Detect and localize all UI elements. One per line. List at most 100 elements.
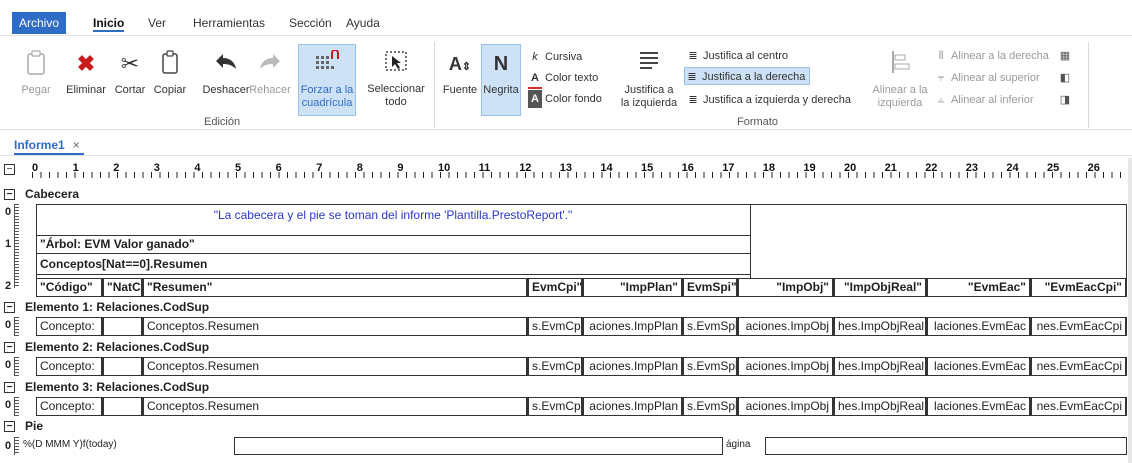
band-number: 0 <box>5 319 12 331</box>
menu-ayuda[interactable]: Ayuda <box>346 14 380 32</box>
data-field-cell[interactable]: Concepto: <box>36 317 103 336</box>
vertical-scrollbar[interactable] <box>1128 158 1132 463</box>
data-field-cell[interactable]: s.EvmCpi <box>528 397 583 416</box>
copiar-button[interactable]: Copiar <box>150 50 190 97</box>
data-field-cell[interactable]: s.EvmSpi <box>683 317 738 336</box>
deshacer-button[interactable]: Deshacer <box>200 50 252 97</box>
ribbon-separator <box>434 42 435 128</box>
negrita-button[interactable]: N Negrita <box>481 44 521 116</box>
data-field-cell[interactable]: nes.EvmEacCpi <box>1031 397 1127 416</box>
data-field-cell[interactable]: nes.EvmEacCpi <box>1031 357 1127 376</box>
arbol-title-field[interactable]: "Árbol: EVM Valor ganado" <box>36 235 751 254</box>
menu-seccion[interactable]: Sección <box>289 14 332 32</box>
background-color-icon: A <box>528 90 542 108</box>
data-field-cell[interactable]: Concepto: <box>36 397 103 416</box>
data-field-cell[interactable]: aciones.ImpPlan <box>583 357 683 376</box>
data-field-cell[interactable] <box>103 317 143 336</box>
forzar-label-1: Forzar a la <box>300 84 354 96</box>
alinear-izquierda-button[interactable]: Alinear a la izquierda <box>870 50 930 110</box>
color-texto-button[interactable]: A Color texto <box>528 69 598 89</box>
alinear-superior-button[interactable]: ⫧ Alinear al superior <box>934 69 1040 87</box>
data-field-cell[interactable]: aciones.ImpPlan <box>583 397 683 416</box>
justifica-izq-der-button[interactable]: ≣ Justifica a izquierda y derecha <box>686 91 851 109</box>
data-field-cell[interactable]: hes.ImpObjReal <box>834 317 927 336</box>
close-icon[interactable]: × <box>73 138 80 152</box>
cabecera-notice[interactable]: "La cabecera y el pie se toman del infor… <box>37 207 749 226</box>
ribbon-separator-end <box>1088 42 1089 128</box>
data-field-cell[interactable]: s.EvmCpi <box>528 357 583 376</box>
section-elemento-3[interactable]: − Elemento 3: Relaciones.CodSup <box>4 378 209 396</box>
alinear-inferior-button[interactable]: ⫨ Alinear al inferior <box>934 91 1034 109</box>
pegar-button[interactable]: Pegar <box>18 50 54 97</box>
column-header-cell[interactable]: "ImpObjReal" <box>834 278 927 297</box>
pie-date-field[interactable]: %(D MMM Y)f(today) <box>20 437 235 455</box>
section-cabecera[interactable]: − Cabecera <box>4 185 79 203</box>
data-field-cell[interactable]: aciones.ImpObj <box>738 317 834 336</box>
tab-informe1[interactable]: Informe1 × <box>14 135 84 155</box>
menu-herramientas[interactable]: Herramientas <box>193 14 265 32</box>
justifica-izquierda-button[interactable]: Justifica a la izquierda <box>616 50 682 110</box>
justifica-centro-button[interactable]: ≣ Justifica al centro <box>686 47 788 65</box>
data-field-cell[interactable]: laciones.EvmEac <box>927 397 1031 416</box>
data-field-cell[interactable] <box>103 397 143 416</box>
band-number: 0 <box>5 359 12 371</box>
ruler-number: 0 <box>32 162 39 174</box>
collapse-all-icon[interactable]: − <box>4 164 15 175</box>
data-field-cell[interactable] <box>103 357 143 376</box>
color-fondo-button[interactable]: A Color fondo <box>528 90 602 108</box>
ruler-number: 13 <box>559 162 573 174</box>
data-field-cell[interactable]: s.EvmSpi <box>683 357 738 376</box>
justifica-derecha-button[interactable]: ≣ Justifica a la derecha <box>684 67 811 85</box>
column-header-cell[interactable]: "EvmEac" <box>927 278 1031 297</box>
section-elemento-2[interactable]: − Elemento 2: Relaciones.CodSup <box>4 338 209 356</box>
menu-archivo[interactable]: Archivo <box>12 12 67 34</box>
collapse-icon[interactable]: − <box>4 342 15 354</box>
data-field-cell[interactable]: Concepto: <box>36 357 103 376</box>
menu-ver[interactable]: Ver <box>148 14 166 32</box>
size-width-button[interactable]: ▦ <box>1058 47 1075 65</box>
column-header-cell[interactable]: "EvmEacCpi" <box>1031 278 1127 297</box>
data-field-cell[interactable]: nes.EvmEacCpi <box>1031 317 1127 336</box>
select-all-icon <box>362 49 430 77</box>
size-height-button[interactable]: ◧ <box>1058 69 1075 87</box>
column-header-cell[interactable]: EvmSpi" <box>683 278 738 297</box>
section-pie[interactable]: − Pie <box>4 417 43 435</box>
data-field-cell[interactable]: hes.ImpObjReal <box>834 357 927 376</box>
section-elemento-1[interactable]: − Elemento 1: Relaciones.CodSup <box>4 298 209 316</box>
rehacer-button[interactable]: Rehacer <box>248 50 292 97</box>
justifica-centro-label: Justifica al centro <box>703 50 788 62</box>
data-field-cell[interactable]: Conceptos.Resumen <box>143 357 528 376</box>
menu-inicio[interactable]: Inicio <box>93 14 125 32</box>
collapse-icon[interactable]: − <box>4 382 15 394</box>
size-both-button[interactable]: ◨ <box>1058 91 1075 109</box>
collapse-icon[interactable]: − <box>4 189 15 201</box>
data-field-cell[interactable]: Conceptos.Resumen <box>143 317 528 336</box>
section-pie-title: Pie <box>25 419 44 433</box>
column-header-cell[interactable]: "Código" <box>36 278 103 297</box>
cursiva-button[interactable]: k Cursiva <box>528 48 582 66</box>
alinear-derecha-button[interactable]: ⫴ Alinear a la derecha <box>934 47 1049 65</box>
data-field-cell[interactable]: Conceptos.Resumen <box>143 397 528 416</box>
forzar-cuadricula-button[interactable]: Forzar a la cuadrícula <box>298 44 356 116</box>
data-field-cell[interactable]: aciones.ImpObj <box>738 397 834 416</box>
fuente-button[interactable]: A⇕ Fuente <box>440 50 480 97</box>
column-header-cell[interactable]: "ImpObj" <box>738 278 834 297</box>
data-field-cell[interactable]: laciones.EvmEac <box>927 317 1031 336</box>
column-header-cell[interactable]: EvmCpi" <box>528 278 583 297</box>
column-header-cell[interactable]: "NatC <box>103 278 143 297</box>
data-field-cell[interactable]: s.EvmSpi <box>683 397 738 416</box>
data-field-cell[interactable]: s.EvmCpi <box>528 317 583 336</box>
eliminar-button[interactable]: ✖ Eliminar <box>59 50 113 97</box>
seleccionar-todo-button[interactable]: Seleccionar todo <box>362 49 430 109</box>
data-field-cell[interactable]: hes.ImpObjReal <box>834 397 927 416</box>
column-header-cell[interactable]: "Resumen" <box>143 278 528 297</box>
column-header-cell[interactable]: "ImpPlan" <box>583 278 683 297</box>
collapse-icon[interactable]: − <box>4 421 15 433</box>
conceptos-resumen-field[interactable]: Conceptos[Nat==0].Resumen <box>36 256 751 275</box>
data-field-cell[interactable]: aciones.ImpPlan <box>583 317 683 336</box>
collapse-icon[interactable]: − <box>4 302 15 314</box>
cortar-button[interactable]: ✂ Cortar <box>110 50 150 97</box>
pie-page-field[interactable]: ágina <box>722 437 766 455</box>
data-field-cell[interactable]: aciones.ImpObj <box>738 357 834 376</box>
data-field-cell[interactable]: laciones.EvmEac <box>927 357 1031 376</box>
